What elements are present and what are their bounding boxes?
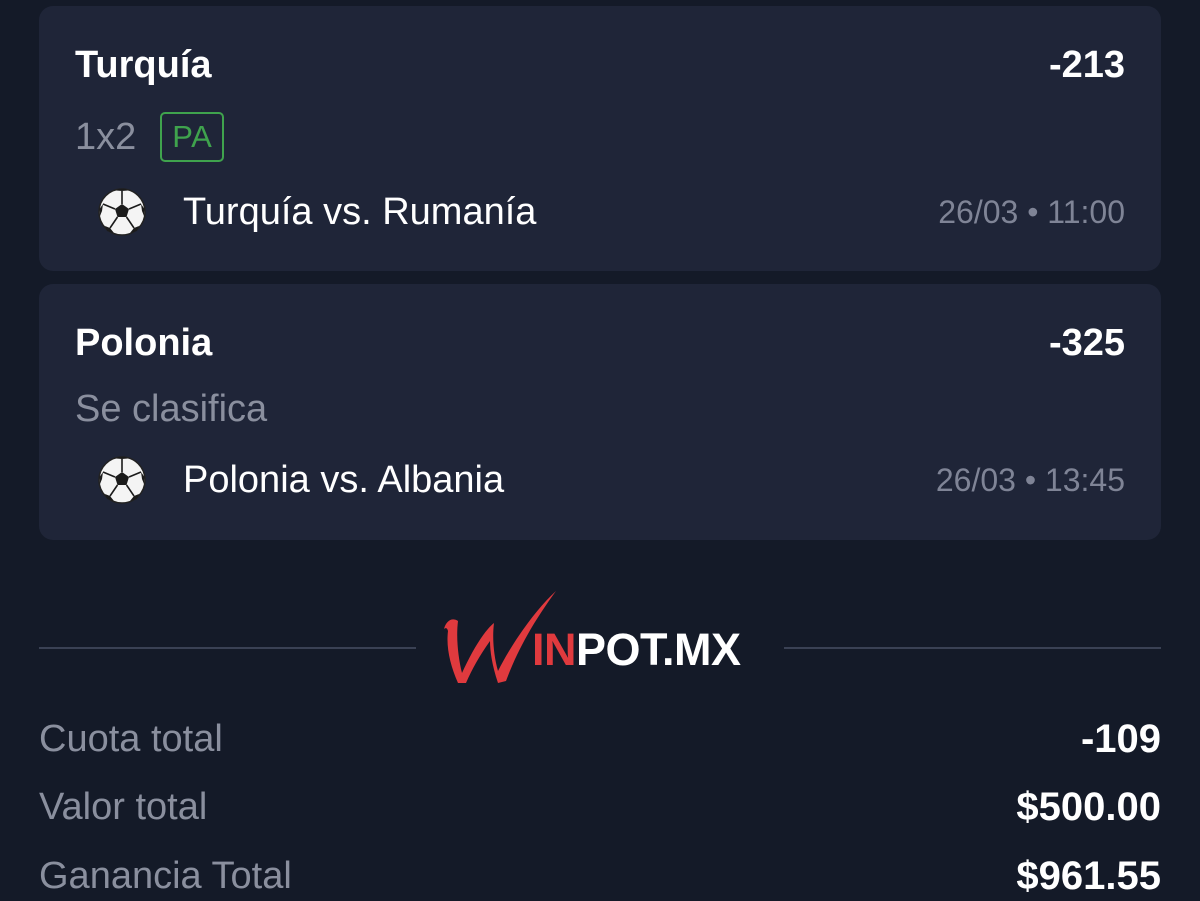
- bet-card[interactable]: Polonia -325 Se clasifica Polonia vs. Al…: [39, 284, 1161, 540]
- winpot-logo: INPOT.MX: [436, 585, 768, 689]
- logo-text-white: POT.MX: [576, 624, 741, 675]
- market-row: 1x2 PA: [75, 110, 225, 164]
- bet-card[interactable]: Turquía -213 1x2 PA Turquía vs. Rumanía …: [39, 6, 1161, 271]
- soccer-ball-icon: [97, 455, 147, 505]
- market-type: 1x2: [75, 116, 137, 158]
- event-row[interactable]: Polonia vs. Albania 26/03 • 13:45: [97, 454, 1125, 506]
- total-odds-label: Cuota total: [39, 718, 223, 760]
- soccer-ball-icon: [97, 187, 147, 237]
- total-payout-row: Ganancia Total $961.55: [39, 851, 1161, 901]
- market-row: Se clasifica: [75, 388, 267, 430]
- event-datetime: 26/03 • 11:00: [938, 194, 1125, 230]
- total-stake-label: Valor total: [39, 786, 208, 828]
- selection-odds: -325: [1048, 322, 1125, 364]
- event-row[interactable]: Turquía vs. Rumanía 26/03 • 11:00: [97, 186, 1125, 238]
- logo-wordmark: INPOT.MX: [532, 627, 741, 672]
- total-odds-value: -109: [1080, 717, 1161, 761]
- event-name: Turquía vs. Rumanía: [183, 191, 537, 233]
- event-name: Polonia vs. Albania: [183, 459, 505, 501]
- total-stake-value: $500.00: [1016, 785, 1161, 829]
- logo-text-red: IN: [532, 624, 577, 675]
- selection-name: Turquía: [75, 44, 212, 86]
- total-stake-row: Valor total $500.00: [39, 782, 1161, 832]
- divider-line: [39, 647, 416, 649]
- market-type: Se clasifica: [75, 388, 268, 430]
- total-payout-value: $961.55: [1016, 854, 1161, 898]
- divider-line: [784, 647, 1161, 649]
- total-odds-row: Cuota total -109: [39, 714, 1161, 764]
- selection-name: Polonia: [75, 322, 213, 364]
- pa-badge: PA: [160, 112, 225, 162]
- event-datetime: 26/03 • 13:45: [935, 462, 1125, 498]
- total-payout-label: Ganancia Total: [39, 855, 292, 897]
- selection-odds: -213: [1048, 44, 1125, 86]
